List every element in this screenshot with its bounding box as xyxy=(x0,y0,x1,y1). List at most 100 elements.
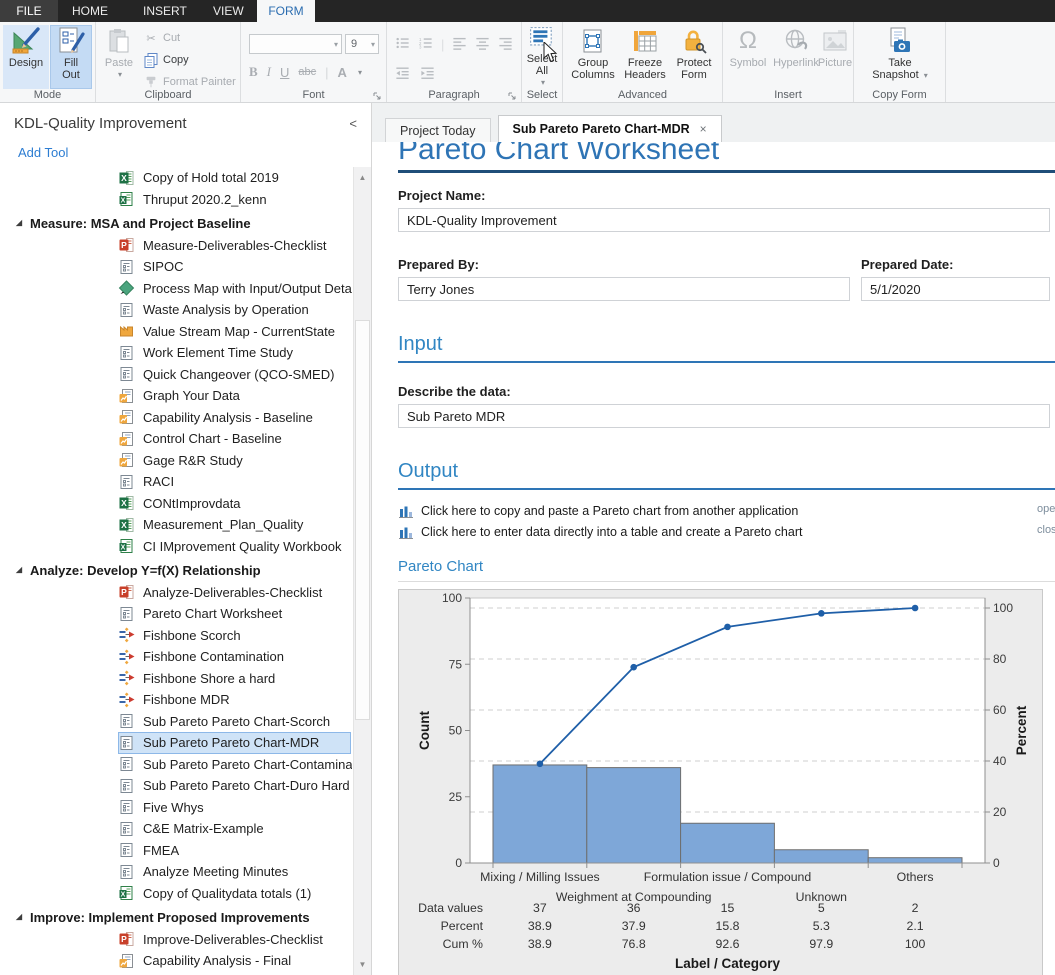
output-link-state[interactable]: open xyxy=(1037,503,1055,515)
scroll-down-icon[interactable]: ▼ xyxy=(354,956,371,973)
output-action-link[interactable]: Click here to enter data directly into a… xyxy=(398,521,1050,542)
font-size-value: 9 xyxy=(346,38,357,50)
output-action-link[interactable]: Click here to copy and paste a Pareto ch… xyxy=(398,500,1050,521)
tree-item[interactable]: Pareto Chart Worksheet xyxy=(118,603,351,625)
sidebar-scrollbar[interactable]: ▲ ▼ xyxy=(353,167,371,975)
mouse-cursor xyxy=(543,42,558,67)
ribbon-group-copy-form: Take Snapshot ▾ Copy Form xyxy=(854,22,946,102)
tab-active-document[interactable]: Sub Pareto Pareto Chart-MDR × xyxy=(498,115,722,142)
svg-text:5: 5 xyxy=(818,901,825,915)
svg-text:P: P xyxy=(121,240,127,250)
design-icon xyxy=(11,25,41,57)
tree-item[interactable]: Five Whys xyxy=(118,797,351,819)
tree-item-label: Measure: MSA and Project Baseline xyxy=(30,216,251,231)
font-name-select[interactable]: ▾ xyxy=(249,34,342,54)
scrollbar-thumb[interactable] xyxy=(355,320,370,720)
describe-data-field[interactable]: Sub Pareto MDR xyxy=(398,404,1050,428)
tree-item[interactable]: C&E Matrix-Example xyxy=(118,818,351,840)
design-button[interactable]: Design xyxy=(3,25,49,89)
input-heading: Input xyxy=(398,333,1055,355)
tree-item[interactable]: Waste Analysis by Operation xyxy=(118,299,351,321)
fishbone-icon xyxy=(118,627,135,643)
svg-text:92.6: 92.6 xyxy=(716,937,740,951)
tree-item[interactable]: Value Stream Map - CurrentState xyxy=(118,321,351,343)
tree-item[interactable]: Analyze Meeting Minutes xyxy=(118,861,351,883)
tree-item-label: Analyze-Deliverables-Checklist xyxy=(143,585,322,600)
prepared-by-label: Prepared By: xyxy=(398,258,850,272)
form-icon xyxy=(118,864,135,880)
tree-item[interactable]: Quick Changeover (QCO-SMED) xyxy=(118,364,351,386)
tab-file[interactable]: FILE xyxy=(0,0,58,22)
prepared-by-field[interactable]: Terry Jones xyxy=(398,277,850,301)
chart-rule xyxy=(398,581,1055,582)
group-columns-button[interactable]: Group Columns xyxy=(566,25,620,89)
protect-form-icon xyxy=(681,25,707,57)
format-painter-label: Format Painter xyxy=(163,76,236,88)
svg-text:X: X xyxy=(121,498,127,508)
svg-text:Others: Others xyxy=(897,870,934,884)
tab-home[interactable]: HOME xyxy=(72,0,108,22)
take-snapshot-button[interactable]: Take Snapshot ▾ xyxy=(867,25,933,89)
tree-item[interactable]: Gage R&R Study xyxy=(118,450,351,472)
hyperlink-label: Hyperlink xyxy=(773,57,819,69)
tab-document[interactable]: Project Today xyxy=(385,118,491,142)
tree-item[interactable]: XMeasurement_Plan_Quality xyxy=(118,514,351,536)
tab-insert[interactable]: INSERT xyxy=(143,0,187,22)
tab-view[interactable]: VIEW xyxy=(213,0,244,22)
tree-item[interactable]: SIPOC xyxy=(118,256,351,278)
tree-item[interactable]: Fishbone MDR xyxy=(118,689,351,711)
tree-section[interactable]: Measure: MSA and Project Baseline xyxy=(13,213,351,235)
tree-section[interactable]: Improve: Implement Proposed Improvements xyxy=(13,907,351,929)
tree-item[interactable]: XThruput 2020.2_kenn xyxy=(118,189,351,211)
tree-item[interactable]: Sub Pareto Pareto Chart-Scorch xyxy=(118,711,351,733)
tree-item[interactable]: Capability Analysis - Baseline xyxy=(118,407,351,429)
tab-label: Sub Pareto Pareto Chart-MDR xyxy=(513,122,690,136)
fill-out-button[interactable]: Fill Out xyxy=(50,25,92,89)
tree-item[interactable]: Graph Your Data xyxy=(118,385,351,407)
tree-item[interactable]: FMEA xyxy=(118,840,351,862)
tree-item[interactable]: Fishbone Shore a hard xyxy=(118,668,351,690)
tree-item-label: RACI xyxy=(143,474,174,489)
svg-text:76.8: 76.8 xyxy=(622,937,646,951)
tree-item[interactable]: Process Map with Input/Output Details xyxy=(118,278,351,300)
tree-item[interactable]: RACI xyxy=(118,471,351,493)
tree-section[interactable]: Analyze: Develop Y=f(X) Relationship xyxy=(13,560,351,582)
tree-item[interactable]: Capability Analysis - Final xyxy=(118,950,351,972)
tab-close-icon[interactable]: × xyxy=(700,122,707,136)
tree-item[interactable]: XCONtImprovdata xyxy=(118,493,351,515)
freeze-headers-button[interactable]: Freeze Headers xyxy=(620,25,670,89)
tree-item-label: Analyze: Develop Y=f(X) Relationship xyxy=(30,563,261,578)
tree-expanded-icon xyxy=(13,910,26,926)
tree-item[interactable]: Fishbone Contamination xyxy=(118,646,351,668)
tree-item[interactable]: PImprove-Deliverables-Checklist xyxy=(118,929,351,951)
tree-item-label: Value Stream Map - CurrentState xyxy=(143,324,335,339)
project-name-field[interactable]: KDL-Quality Improvement xyxy=(398,208,1050,232)
freeze-headers-icon xyxy=(632,25,658,57)
svg-text:X: X xyxy=(121,198,126,205)
tree-item[interactable]: PAnalyze-Deliverables-Checklist xyxy=(118,582,351,604)
add-tool-link[interactable]: Add Tool xyxy=(18,145,68,160)
tree-item[interactable]: Control Chart - Baseline xyxy=(118,428,351,450)
tree-item[interactable]: XCopy of Qualitydata totals (1) xyxy=(118,883,351,905)
output-link-state[interactable]: close xyxy=(1037,524,1055,536)
tree-item[interactable]: XCopy of Hold total 2019 xyxy=(118,167,351,189)
tree-item[interactable]: PMeasure-Deliverables-Checklist xyxy=(118,235,351,257)
font-size-select[interactable]: 9▾ xyxy=(345,34,379,54)
svg-text:100: 100 xyxy=(442,591,462,605)
tree-item[interactable]: Sub Pareto Pareto Chart-Duro Hard xyxy=(118,775,351,797)
copy-button[interactable]: Copy xyxy=(142,51,189,69)
tree-item[interactable]: XCI IMprovement Quality Workbook xyxy=(118,536,351,558)
prepared-date-field[interactable]: 5/1/2020 xyxy=(861,277,1050,301)
tree-item[interactable]: Work Element Time Study xyxy=(118,342,351,364)
protect-form-button[interactable]: Protect Form xyxy=(670,25,718,89)
font-color-dropdown-icon: ▾ xyxy=(358,68,362,77)
tree-item[interactable]: Sub Pareto Pareto Chart-MDR xyxy=(118,732,351,754)
font-dialog-launcher-icon[interactable] xyxy=(372,89,382,99)
group-label-font: Font xyxy=(241,89,386,101)
sidebar-collapse-icon[interactable]: < xyxy=(349,116,357,131)
paragraph-dialog-launcher-icon[interactable] xyxy=(507,89,517,99)
tree-item[interactable]: Sub Pareto Pareto Chart-Contamination xyxy=(118,754,351,776)
scroll-up-icon[interactable]: ▲ xyxy=(354,169,371,186)
tree-item[interactable]: Fishbone Scorch xyxy=(118,625,351,647)
tab-form-active[interactable]: FORM xyxy=(257,0,315,22)
